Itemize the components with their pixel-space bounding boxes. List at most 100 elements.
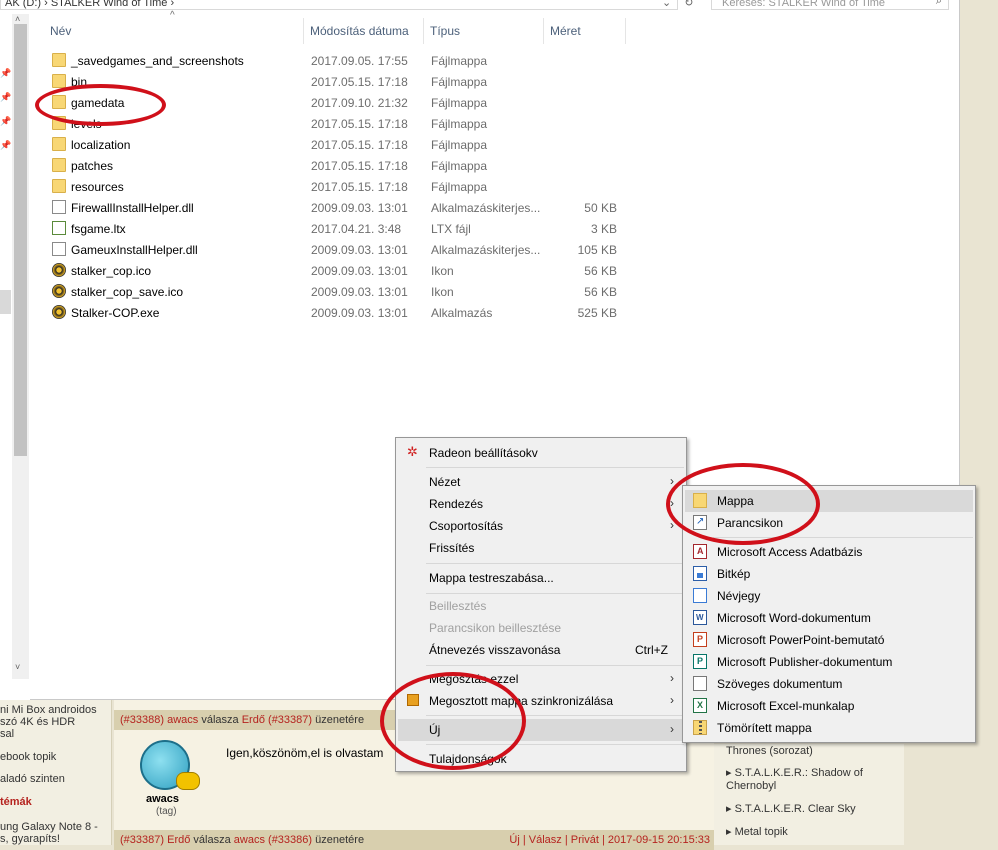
file-row[interactable]: resources 2017.05.15. 17:18 Fájlmappa <box>44 176 634 197</box>
column-header-type[interactable]: Típus <box>424 18 544 44</box>
forum-topic-link[interactable]: aladó szinten <box>0 773 110 785</box>
submenu-item-folder[interactable]: Mappa <box>685 490 973 512</box>
chevron-down-icon[interactable]: ⌄ <box>662 0 671 9</box>
scroll-down-icon[interactable]: ˅ <box>15 662 20 672</box>
file-name: _savedgames_and_screenshots <box>71 54 244 68</box>
file-modified: 2017.09.05. 17:55 <box>311 54 408 68</box>
submenu-item[interactable]: Microsoft Access Adatbázis <box>685 541 973 563</box>
menu-item-label: Megosztás ezzel <box>429 672 519 686</box>
powerpoint-icon <box>693 632 707 647</box>
forum-topic-link[interactable]: s, gyarapíts! <box>0 833 110 845</box>
folder-icon <box>52 53 66 67</box>
menu-item-share[interactable]: Megosztás ezzel › <box>398 668 684 690</box>
submenu-item[interactable]: Névjegy <box>685 585 973 607</box>
post-actions[interactable]: Új | Válasz | Privát | 2017-09-15 20:15:… <box>509 834 710 846</box>
menu-item-label: Tulajdonságok <box>429 752 507 766</box>
column-header-modified[interactable]: Módosítás dátuma <box>304 18 424 44</box>
file-modified: 2017.05.15. 17:18 <box>311 138 408 152</box>
file-modified: 2009.09.03. 13:01 <box>311 306 408 320</box>
pin-icon[interactable]: 📌 <box>0 116 11 127</box>
menu-item-refresh[interactable]: Frissítés <box>398 537 684 559</box>
submenu-item[interactable]: Microsoft Word-dokumentum <box>685 607 973 629</box>
forum-topic-link[interactable]: sal <box>0 728 110 740</box>
text-icon <box>693 676 707 691</box>
scrollbar-thumb[interactable] <box>14 24 27 456</box>
forum-topic-link[interactable]: szó 4K és HDR <box>0 716 110 728</box>
submenu-item[interactable]: Microsoft Excel-munkalap <box>685 695 973 717</box>
forum-topic-link[interactable]: ▸ S.T.A.L.K.E.R. Clear Sky <box>726 803 901 816</box>
post-username[interactable]: awacs <box>146 793 179 805</box>
post-ref-link[interactable]: (#33386) <box>268 834 312 846</box>
post-id-link[interactable]: (#33388) <box>120 714 164 726</box>
menu-item-sync[interactable]: Megosztott mappa szinkronizálása › <box>398 690 684 712</box>
address-buttons: ⌄ ↻ <box>662 0 694 9</box>
menu-item-group[interactable]: Csoportosítás › <box>398 515 684 537</box>
post-user-link[interactable]: Erdő <box>167 834 190 846</box>
file-row[interactable]: FirewallInstallHelper.dll 2009.09.03. 13:… <box>44 197 634 218</box>
pin-icon[interactable]: 📌 <box>0 68 11 79</box>
submenu-item-shortcut[interactable]: Parancsikon <box>685 512 973 534</box>
menu-item-label: Parancsikon beillesztése <box>429 621 562 635</box>
forum-topic-link[interactable]: ▸ Metal topik <box>726 826 901 839</box>
folder-icon <box>52 74 66 88</box>
menu-item-undo-rename[interactable]: Átnevezés visszavonása Ctrl+Z <box>398 639 684 661</box>
menu-item-paste[interactable]: Beillesztés <box>398 595 684 617</box>
search-input[interactable]: Keresés: STALKER Wind of Time ⌕ <box>711 0 949 10</box>
file-name: patches <box>71 159 114 173</box>
forum-topic-link[interactable]: Thrones (sorozat) <box>726 745 901 758</box>
column-header-name[interactable]: Név <box>44 18 304 44</box>
file-row[interactable]: gamedata 2017.09.10. 21:32 Fájlmappa <box>44 92 634 113</box>
file-row[interactable]: levels 2017.05.15. 17:18 Fájlmappa <box>44 113 634 134</box>
file-row[interactable]: fsgame.ltx 2017.04.21. 3:48 LTX fájl 3 KB <box>44 218 634 239</box>
menu-item-paste-shortcut[interactable]: Parancsikon beillesztése <box>398 617 684 639</box>
file-row[interactable]: _savedgames_and_screenshots 2017.09.05. 1… <box>44 50 634 71</box>
menu-separator <box>426 665 684 666</box>
post-reply-to-link[interactable]: awacs <box>234 834 265 846</box>
submenu-item[interactable]: Tömörített mappa <box>685 717 973 739</box>
menu-item-new[interactable]: Új › <box>398 719 684 741</box>
file-type: Fájlmappa <box>431 75 488 89</box>
post-reply-to-link[interactable]: Erdő <box>242 714 265 726</box>
post-ref-link[interactable]: (#33387) <box>268 714 312 726</box>
menu-item-properties[interactable]: Tulajdonságok <box>398 748 684 770</box>
file-size: 525 KB <box>577 306 617 320</box>
file-row[interactable]: GameuxInstallHelper.dll 2009.09.03. 13:01… <box>44 239 634 260</box>
address-bar[interactable]: AK (D:) › STALKER Wind of Time › <box>0 0 678 10</box>
post-id-link[interactable]: (#33387) <box>120 834 164 846</box>
file-row[interactable]: stalker_cop_save.ico 2009.09.03. 13:01 Iko… <box>44 281 634 302</box>
post-user-link[interactable]: awacs <box>167 714 198 726</box>
refresh-icon[interactable]: ↻ <box>684 0 693 9</box>
file-modified: 2017.05.15. 17:18 <box>311 159 408 173</box>
menu-item-customize[interactable]: Mappa testreszabása... <box>398 567 684 589</box>
file-row[interactable]: patches 2017.05.15. 17:18 Fájlmappa <box>44 155 634 176</box>
file-name: resources <box>71 180 124 194</box>
scrollbar[interactable]: ˄ ˅ <box>12 14 29 679</box>
submenu-item[interactable]: Microsoft Publisher-dokumentum <box>685 651 973 673</box>
file-row[interactable]: bin 2017.05.15. 17:18 Fájlmappa <box>44 71 634 92</box>
forum-topic-link[interactable]: ebook topik <box>0 751 110 763</box>
column-header-size[interactable]: Méret <box>544 18 626 44</box>
nav-selected-item[interactable] <box>0 290 11 314</box>
menu-item-sort[interactable]: Rendezés › <box>398 493 684 515</box>
submenu-item-label: Microsoft Excel-munkalap <box>717 699 855 713</box>
submenu-item[interactable]: Bitkép <box>685 563 973 585</box>
forum-topic-link[interactable]: ni Mi Box androidos <box>0 704 110 716</box>
file-row[interactable]: Stalker-COP.exe 2009.09.03. 13:01 Alkalmaz… <box>44 302 634 323</box>
file-modified: 2017.05.15. 17:18 <box>311 75 408 89</box>
menu-item-label: Nézet <box>429 475 461 489</box>
forum-topic-link[interactable]: ung Galaxy Note 8 - <box>0 821 110 833</box>
forum-sidebar-right: Thrones (sorozat) ▸ S.T.A.L.K.E.R.: Shad… <box>714 744 904 845</box>
scroll-up-icon[interactable]: ˄ <box>15 14 20 24</box>
chevron-right-icon: › <box>670 518 674 532</box>
pin-icon[interactable]: 📌 <box>0 92 11 103</box>
file-type: Fájlmappa <box>431 117 488 131</box>
bitmap-icon <box>693 566 707 581</box>
submenu-item[interactable]: Szöveges dokumentum <box>685 673 973 695</box>
file-row[interactable]: stalker_cop.ico 2009.09.03. 13:01 Ikon 56 K… <box>44 260 634 281</box>
menu-item-view[interactable]: Nézet › <box>398 471 684 493</box>
menu-item-radeon[interactable]: ✲ Radeon beállításokv <box>398 442 684 464</box>
file-row[interactable]: localization 2017.05.15. 17:18 Fájlmappa <box>44 134 634 155</box>
submenu-item[interactable]: Microsoft PowerPoint-bemutató <box>685 629 973 651</box>
pin-icon[interactable]: 📌 <box>0 140 11 151</box>
forum-topic-link[interactable]: ▸ S.T.A.L.K.E.R.: Shadow of Chernobyl <box>726 767 901 793</box>
